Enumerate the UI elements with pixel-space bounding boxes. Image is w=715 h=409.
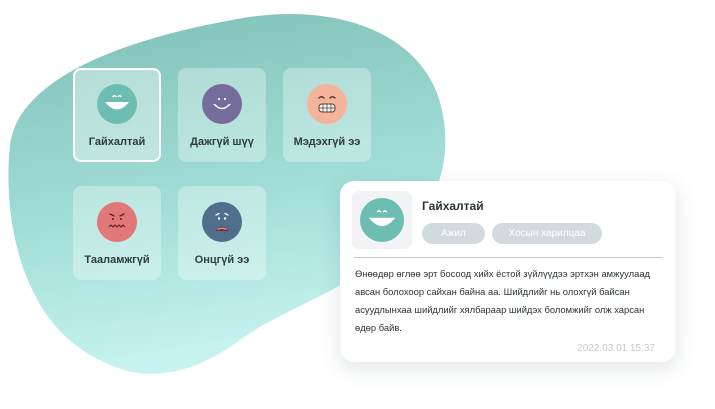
journal-entry-card[interactable]: Гайхалтай Ажил Хосын харилцаа Өнөөдөр өг… bbox=[340, 181, 676, 362]
mood-tile-fine[interactable]: Дажгүй шүү bbox=[178, 68, 266, 162]
entry-tag-work[interactable]: Ажил bbox=[422, 223, 485, 244]
mood-tile-meh[interactable]: Онцгүй ээ bbox=[178, 186, 266, 280]
mood-label: Мэдэхгүй ээ bbox=[293, 136, 361, 148]
mood-label: Онцгүй ээ bbox=[194, 254, 250, 266]
grimace-face-icon bbox=[307, 84, 347, 124]
sad-face-icon bbox=[202, 202, 242, 242]
mood-label: Тааламжгүй bbox=[84, 254, 150, 266]
mood-tile-unsure[interactable]: Мэдэхгүй ээ bbox=[283, 68, 371, 162]
entry-timestamp: 2022.03.01 15:37 bbox=[577, 343, 655, 354]
mood-tile-unpleasant[interactable]: Тааламжгүй bbox=[73, 186, 161, 280]
entry-mood-title: Гайхалтай bbox=[422, 199, 484, 213]
happy-face-icon bbox=[360, 198, 404, 242]
happy-face-icon bbox=[97, 84, 137, 124]
mood-label: Гайхалтай bbox=[88, 136, 146, 148]
entry-text: Өнөөдөр өглөө эрт босоод хийх ёстой зүйл… bbox=[355, 268, 651, 333]
entry-mood-avatar bbox=[352, 191, 412, 249]
entry-tag-relationship[interactable]: Хосын харилцаа bbox=[492, 223, 602, 244]
mood-tile-great[interactable]: Гайхалтай bbox=[73, 68, 161, 162]
upset-face-icon bbox=[97, 202, 137, 242]
content-face-icon bbox=[202, 84, 242, 124]
mood-label: Дажгүй шүү bbox=[190, 136, 254, 148]
divider bbox=[354, 257, 663, 258]
